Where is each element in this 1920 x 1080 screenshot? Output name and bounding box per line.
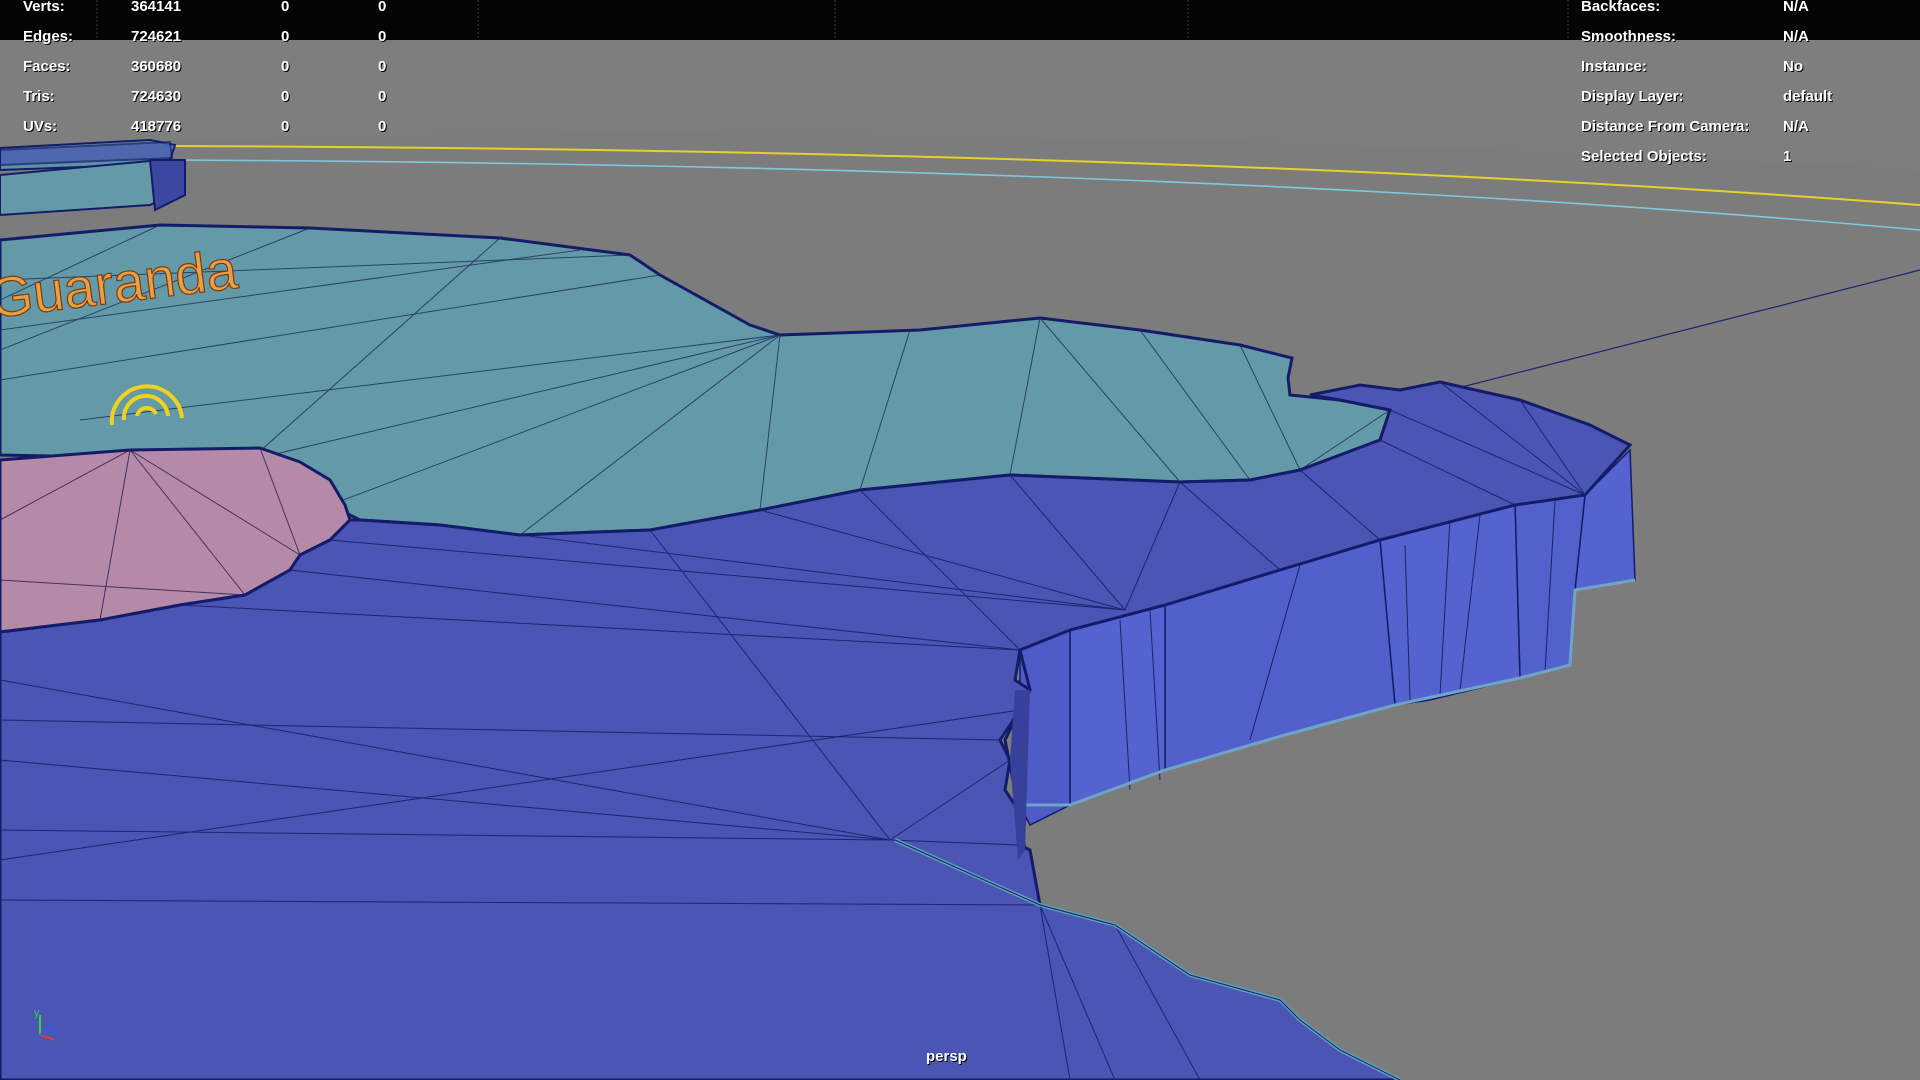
hud-value: 0 xyxy=(378,118,387,135)
hud-value: 0 xyxy=(281,88,290,105)
hud-label: Selected Objects: xyxy=(1581,148,1707,165)
hud-value: N/A xyxy=(1783,28,1809,45)
hud-value: default xyxy=(1783,88,1833,105)
hud-label: Distance From Camera: xyxy=(1581,118,1750,135)
hud-label: Tris: xyxy=(23,88,55,105)
hud-value: N/A xyxy=(1783,118,1809,135)
hud-value: 724630 xyxy=(131,88,182,105)
hud-value: 364141 xyxy=(131,0,182,15)
hud-label: Smoothness: xyxy=(1581,28,1677,45)
hud-value: 724621 xyxy=(131,28,182,45)
hud-value: 418776 xyxy=(131,118,182,135)
hud-label: Verts: xyxy=(23,0,65,15)
axis-z-label: z xyxy=(52,1025,58,1037)
hud-value: 0 xyxy=(378,0,387,15)
hud-value: 1 xyxy=(1783,148,1792,165)
hud-value: 0 xyxy=(281,28,290,45)
hud-value: 0 xyxy=(281,58,290,75)
hud-label: Display Layer: xyxy=(1581,88,1684,105)
hud-value: 0 xyxy=(281,0,290,15)
hud-label: UVs: xyxy=(23,118,58,135)
hud-value: 360680 xyxy=(131,58,182,75)
hud-value: 0 xyxy=(378,58,387,75)
guide-line xyxy=(1449,269,1920,391)
axis-y-label: y xyxy=(34,1007,40,1019)
hud-value: N/A xyxy=(1783,0,1809,15)
hud-label: Faces: xyxy=(23,58,71,75)
hud-label: Instance: xyxy=(1581,58,1647,75)
hud-value: 0 xyxy=(378,28,387,45)
hud-label: Edges: xyxy=(23,28,74,45)
cyan-curve xyxy=(169,159,1920,231)
hud-label: Backfaces: xyxy=(1581,0,1661,15)
far-region-stack xyxy=(0,138,187,217)
hud-value: 0 xyxy=(281,118,290,135)
hud-value: No xyxy=(1783,58,1803,75)
hud-value: 0 xyxy=(378,88,387,105)
camera-name-label: persp xyxy=(926,1048,967,1065)
